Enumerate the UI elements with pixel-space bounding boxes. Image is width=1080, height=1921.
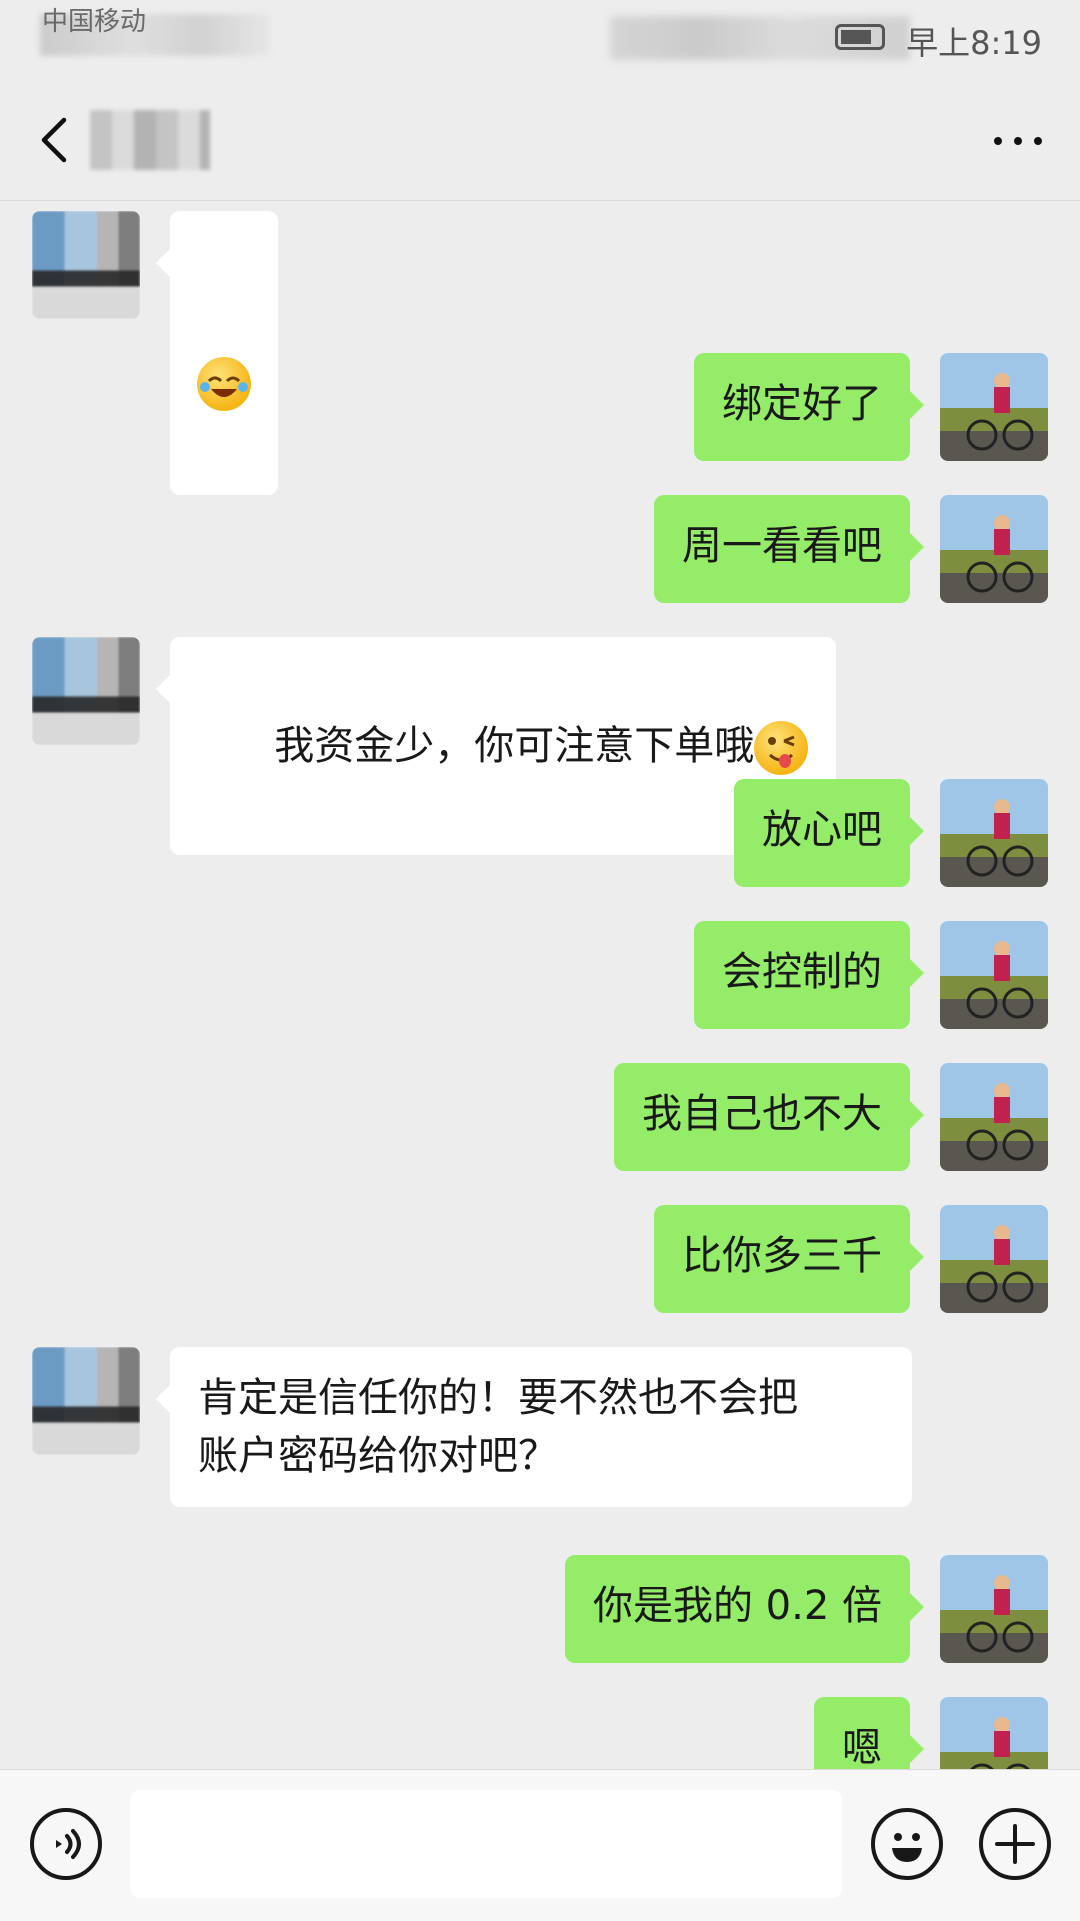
message-bubble[interactable]: 周一看看吧 — [654, 495, 924, 603]
avatar[interactable] — [32, 211, 140, 319]
avatar[interactable] — [940, 353, 1048, 461]
avatar[interactable] — [940, 1063, 1048, 1171]
message-bubble[interactable]: 肯定是信任你的！要不然也不会把 账户密码给你对吧？ — [156, 1347, 912, 1507]
laughing-crying-emoji-icon — [197, 357, 251, 411]
avatar[interactable] — [940, 921, 1048, 1029]
chevron-left-icon[interactable] — [34, 112, 78, 168]
emoji-icon[interactable] — [871, 1808, 943, 1880]
message-input[interactable] — [130, 1790, 842, 1898]
avatar[interactable] — [940, 1697, 1048, 1769]
message-bubble[interactable]: 绑定好了 — [694, 353, 924, 461]
message-bubble[interactable]: 会控制的 — [694, 921, 924, 1029]
message-bubble[interactable]: 比你多三千 — [654, 1205, 924, 1313]
chat-header — [0, 80, 1080, 201]
status-bar: 中国移动 早上8:19 — [0, 0, 1080, 80]
message-list[interactable]: 绑定好了 周一看看吧 我资金少，你可注意下单哦 放心吧 会控制的 我自己也不大 … — [0, 201, 1080, 1769]
message-text: 我资金少，你可注意下单哦 — [274, 723, 755, 769]
avatar[interactable] — [940, 495, 1048, 603]
winking-tongue-emoji-icon — [754, 721, 809, 775]
input-bar — [0, 1769, 1080, 1921]
message-bubble[interactable]: 我自己也不大 — [614, 1063, 924, 1171]
message-bubble[interactable]: 你是我的 0.2 倍 — [564, 1555, 925, 1663]
battery-icon — [835, 24, 885, 50]
plus-icon[interactable] — [979, 1808, 1051, 1880]
avatar[interactable] — [32, 1347, 140, 1455]
avatar[interactable] — [940, 1555, 1048, 1663]
carrier-label: 中国移动 — [42, 7, 147, 37]
voice-icon[interactable] — [30, 1808, 102, 1880]
avatar[interactable] — [32, 637, 140, 745]
status-time: 早上8:19 — [906, 24, 1042, 62]
avatar[interactable] — [940, 1205, 1048, 1313]
more-horizontal-icon[interactable] — [986, 118, 1050, 162]
contact-name-blur — [90, 110, 210, 170]
message-bubble[interactable]: 嗯 — [814, 1697, 924, 1769]
avatar[interactable] — [940, 779, 1048, 887]
message-bubble[interactable] — [156, 211, 278, 495]
message-bubble[interactable]: 放心吧 — [734, 779, 924, 887]
